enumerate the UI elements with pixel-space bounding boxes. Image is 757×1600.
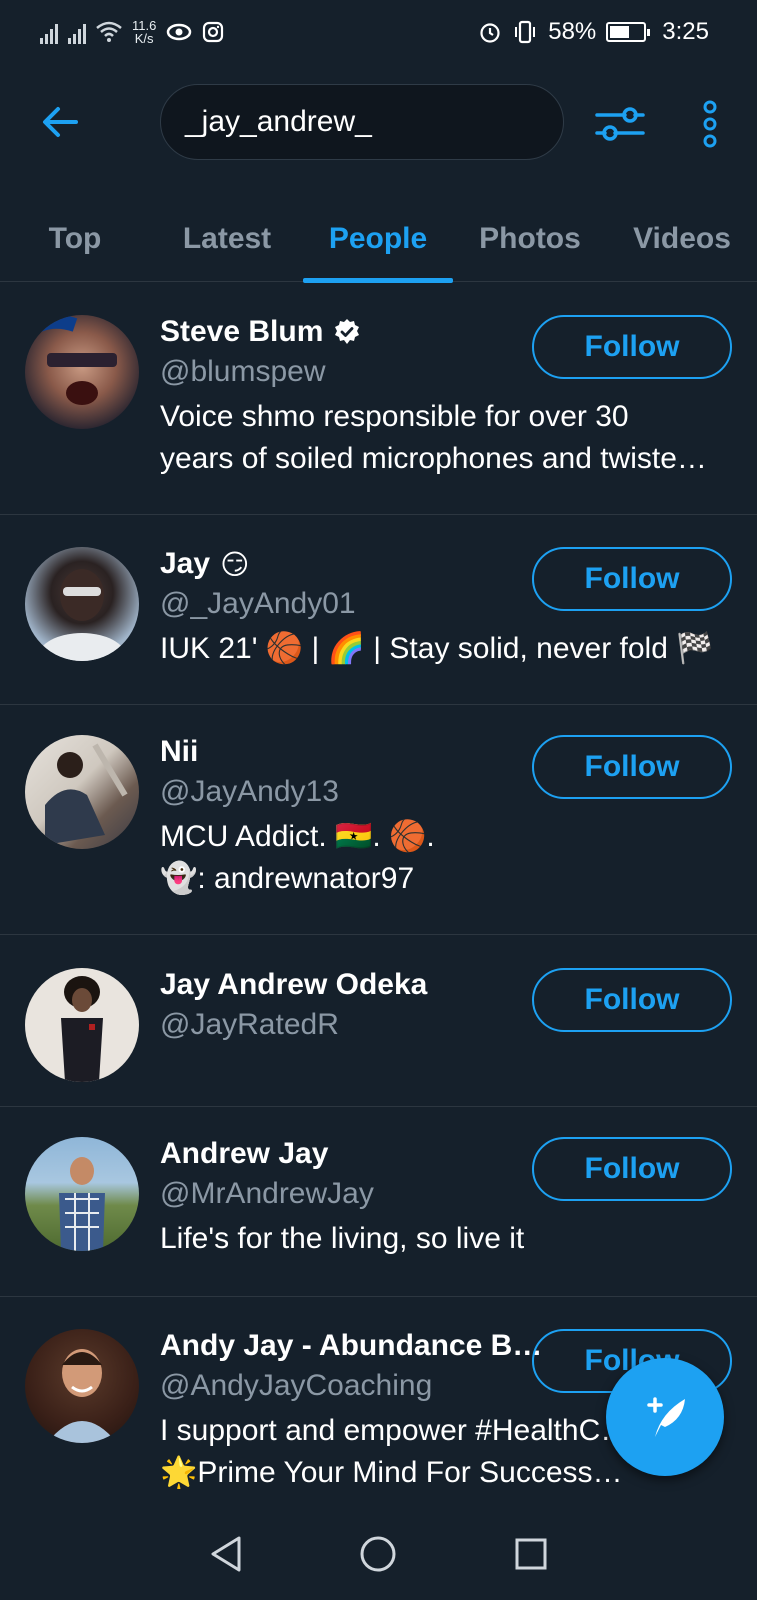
follow-button[interactable]: Follow [532, 547, 732, 611]
avatar-image [38, 569, 126, 661]
search-input[interactable]: _jay_andrew_ [160, 84, 564, 160]
avatar-image [59, 1157, 105, 1251]
user-handle: @_JayAndy01 [160, 587, 356, 620]
avatar-image [45, 743, 128, 845]
avatar[interactable] [25, 547, 139, 661]
square-recents-icon [515, 1538, 547, 1570]
instagram-icon [203, 21, 224, 43]
vibrate-icon [515, 20, 536, 44]
follow-button[interactable]: Follow [532, 968, 732, 1032]
user-row-nii[interactable]: Nii @JayAndy13 MCU Addict. 🇬🇭. 🏀. 👻: and… [0, 705, 757, 935]
status-bar-left: 11.6 K/s [40, 19, 224, 45]
user-name-line: Andrew Jay [160, 1137, 328, 1171]
clock: 3:25 [662, 18, 709, 45]
user-name-line: Andy Jay - Abundance B… [160, 1329, 542, 1363]
user-handle: @MrAndrewJay [160, 1177, 374, 1210]
back-button[interactable] [30, 92, 90, 152]
user-row-steve-blum[interactable]: Steve Blum @blumspew Voice shmo responsi… [0, 283, 757, 515]
nav-home-button[interactable] [348, 1524, 408, 1584]
arrow-left-icon [43, 107, 78, 137]
user-handle: @JayRatedR [160, 1008, 339, 1041]
avatar[interactable] [25, 1137, 139, 1251]
name-emoji: 😏 [220, 547, 250, 581]
follow-button[interactable]: Follow [532, 735, 732, 799]
nav-back-button[interactable] [196, 1524, 256, 1584]
avatar-image [25, 315, 117, 405]
compose-tweet-button[interactable] [606, 1358, 724, 1476]
search-header: _jay_andrew_ [0, 64, 757, 184]
user-handle: @blumspew [160, 355, 326, 388]
bio-line: years of soiled microphones and twiste… [160, 442, 707, 475]
tab-latest[interactable]: Latest [152, 196, 302, 282]
compose-feather-icon [647, 1397, 685, 1437]
user-row-andrew-jay[interactable]: Andrew Jay @MrAndrewJay Life's for the l… [0, 1107, 757, 1297]
system-navigation-bar [0, 1508, 757, 1600]
status-bar: 11.6 K/s 58% 3:25 [0, 0, 757, 64]
user-bio: IUK 21' 🏀 | 🌈 | Stay solid, never fold 🏁 [160, 628, 735, 670]
avatar[interactable] [25, 315, 139, 429]
follow-button[interactable]: Follow [532, 1137, 732, 1201]
tab-top[interactable]: Top [0, 196, 150, 282]
user-handle: @AndyJayCoaching [160, 1369, 433, 1402]
user-name-line: Steve Blum [160, 315, 361, 349]
user-handle: @JayAndy13 [160, 775, 339, 808]
search-tabs: Top Latest People Photos Videos [0, 196, 757, 283]
avatar-image [61, 976, 103, 1082]
user-bio: Life's for the living, so live it [160, 1218, 735, 1260]
more-vertical-icon [703, 100, 717, 148]
user-display-name: Jay [160, 547, 211, 580]
circle-home-icon [360, 1536, 396, 1572]
triangle-back-icon [211, 1536, 241, 1572]
tab-people[interactable]: People [303, 196, 453, 282]
bio-line: Voice shmo responsible for over 30 [160, 400, 629, 433]
sliders-icon [595, 107, 645, 141]
avatar[interactable] [25, 968, 139, 1082]
signal-icon [40, 20, 58, 44]
tab-photos[interactable]: Photos [455, 196, 605, 282]
follow-button[interactable]: Follow [532, 315, 732, 379]
battery-icon [606, 22, 651, 42]
bio-line: IUK 21' 🏀 | 🌈 | Stay solid, never fold 🏁 [160, 632, 714, 665]
avatar[interactable] [25, 1329, 139, 1443]
user-display-name: Andrew Jay [160, 1137, 329, 1170]
bio-line: MCU Addict. 🇬🇭. 🏀. [160, 820, 435, 853]
net-speed: 11.6 K/s [132, 19, 156, 45]
verified-badge-icon [335, 319, 360, 344]
user-display-name: Andy Jay - Abundance B… [160, 1329, 543, 1362]
net-speed-unit: K/s [134, 31, 154, 46]
user-row-jay-andrew-odeka[interactable]: Jay Andrew Odeka @JayRatedR Follow [0, 935, 757, 1107]
search-filter-button[interactable] [590, 96, 650, 152]
wifi-icon [96, 21, 122, 42]
user-display-name: Jay Andrew Odeka [160, 968, 428, 1001]
nav-recents-button[interactable] [501, 1524, 561, 1584]
user-name-line: Jay 😏 [160, 547, 249, 581]
battery-percent: 58% [548, 18, 597, 45]
avatar-image [47, 1349, 117, 1443]
alarm-icon [480, 23, 500, 43]
search-query-text: _jay_andrew_ [185, 105, 372, 138]
tab-videos[interactable]: Videos [607, 196, 757, 282]
bio-line: Life's for the living, so live it [160, 1222, 525, 1255]
more-options-button[interactable] [690, 92, 730, 156]
status-bar-right: 58% 3:25 [478, 18, 709, 46]
user-row-jay[interactable]: Jay 😏 @_JayAndy01 IUK 21' 🏀 | 🌈 | Stay s… [0, 515, 757, 705]
signal-h-plus-icon [68, 20, 86, 44]
user-display-name: Nii [160, 735, 199, 768]
user-bio: MCU Addict. 🇬🇭. 🏀. 👻: andrewnator97 [160, 816, 735, 900]
avatar[interactable] [25, 735, 139, 849]
eye-icon [167, 23, 192, 41]
user-name-line: Nii [160, 735, 198, 769]
user-display-name: Steve Blum [160, 315, 324, 348]
bio-line: 👻: andrewnator97 [160, 862, 415, 895]
user-name-line: Jay Andrew Odeka [160, 968, 427, 1002]
user-bio: Voice shmo responsible for over 30 years… [160, 396, 735, 480]
